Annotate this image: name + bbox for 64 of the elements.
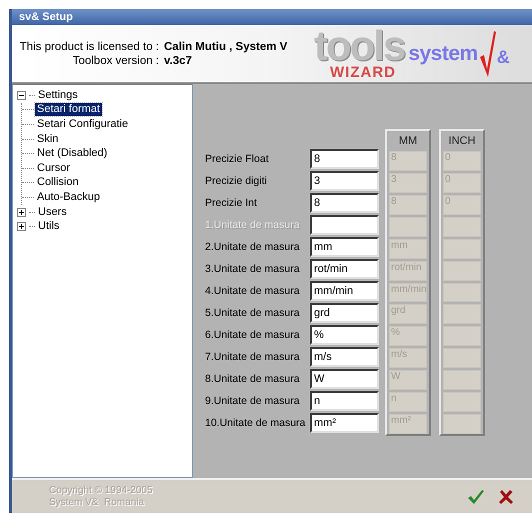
collapse-icon[interactable] (17, 90, 26, 100)
field-label: Precizie Int (205, 196, 258, 211)
field-label: 3.Unitate de masura (205, 262, 301, 277)
field-label: 7.Unitate de masura (205, 350, 301, 365)
field-label: Precizie digiti (205, 174, 268, 189)
input-field[interactable]: 8 (310, 149, 379, 169)
input-field[interactable]: mm (310, 237, 379, 257)
inch-field (443, 392, 481, 412)
column-header: INCH (448, 134, 476, 149)
inch-field (443, 282, 481, 302)
input-field[interactable]: 8 (310, 193, 379, 213)
input-field[interactable]: % (310, 325, 379, 345)
field-label: 8.Unitate de masura (205, 372, 301, 387)
logo-brand: system (408, 40, 478, 66)
field-label: 6.Unitate de masura (205, 328, 301, 343)
tree-item[interactable]: Setari format (35, 103, 102, 116)
inch-field (443, 326, 481, 346)
license-label: This product is licensed to : (18, 40, 159, 52)
version-label: Toolbox version : (72, 54, 159, 66)
tree-item[interactable]: Users (36, 206, 69, 219)
inch-field (443, 260, 481, 281)
inch-field (443, 370, 481, 390)
tree-item[interactable]: Setari Configuratie (35, 118, 130, 131)
expand-icon[interactable] (17, 222, 26, 232)
field-label: 2.Unitate de masura (205, 240, 301, 255)
check-mark-icon (480, 30, 496, 76)
tree-item[interactable]: Utils (36, 220, 62, 234)
mm-field (389, 216, 427, 237)
input-field[interactable]: m/s (310, 347, 379, 367)
input-field[interactable]: n (310, 391, 379, 411)
expand-icon[interactable] (17, 208, 26, 217)
input-field[interactable] (310, 215, 379, 235)
input-field[interactable]: mm² (310, 413, 379, 433)
tree-item[interactable]: Auto-Backup (35, 190, 102, 204)
mm-field: % (389, 326, 427, 346)
input-field[interactable]: grd (310, 303, 379, 323)
tree-item[interactable]: Settings (36, 88, 80, 102)
input-field[interactable]: W (310, 369, 379, 389)
field-label: 10.Unitate de masura (205, 416, 306, 431)
tree-item[interactable]: Skin (35, 132, 60, 146)
field-label: 4.Unitate de masura (205, 284, 301, 299)
inch-field (443, 414, 481, 434)
license-value: Calin Mutiu , System V (164, 40, 288, 52)
column-header: MM (398, 134, 418, 149)
logo-subtitle: WIZARD (330, 64, 396, 80)
tree-item[interactable]: Collision (35, 176, 81, 190)
logo-text: tools (314, 26, 404, 64)
version-value: v.3c7 (164, 54, 193, 66)
field-label: 9.Unitate de masura (205, 394, 301, 409)
tree-item[interactable]: Net (Disabled) (35, 147, 110, 160)
input-field[interactable]: rot/min (310, 259, 379, 279)
inch-field (443, 304, 481, 324)
window-title: sv& Setup (12, 9, 532, 25)
field-label: 5.Unitate de masura (205, 306, 301, 321)
input-field[interactable]: 3 (310, 171, 379, 191)
logo-ampersand: & (496, 47, 510, 68)
tree-item[interactable]: Cursor (35, 162, 72, 175)
inch-field (443, 348, 481, 368)
input-field[interactable]: mm/min (310, 281, 379, 301)
inch-field (443, 216, 481, 237)
inch-field (443, 238, 481, 259)
ok-button[interactable] (467, 488, 485, 506)
cancel-button[interactable] (497, 488, 515, 506)
field-label: Precizie Float (205, 152, 270, 167)
